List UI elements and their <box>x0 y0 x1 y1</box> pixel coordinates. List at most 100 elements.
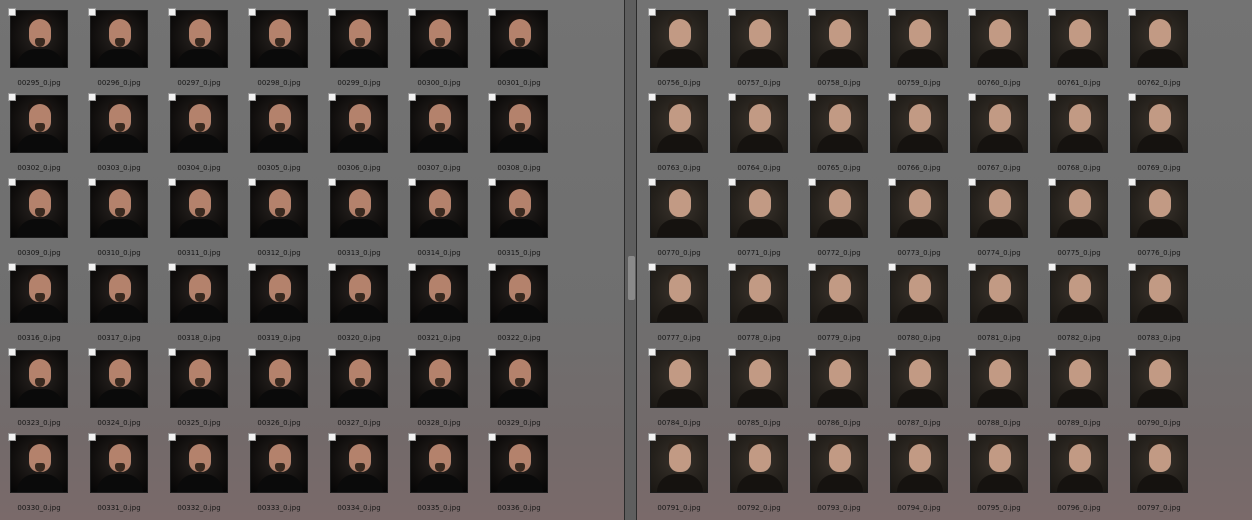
file-tile[interactable]: 00300_0.jpg <box>408 8 488 95</box>
select-checkbox[interactable] <box>328 178 336 186</box>
image-thumbnail[interactable] <box>650 180 708 238</box>
file-tile[interactable]: 00305_0.jpg <box>248 93 328 180</box>
select-checkbox[interactable] <box>1048 93 1056 101</box>
file-tile[interactable]: 00765_0.jpg <box>808 93 888 180</box>
file-tile[interactable]: 00299_0.jpg <box>328 8 408 95</box>
image-thumbnail[interactable] <box>490 435 548 493</box>
select-checkbox[interactable] <box>808 8 816 16</box>
select-checkbox[interactable] <box>328 433 336 441</box>
image-thumbnail[interactable] <box>890 180 948 238</box>
select-checkbox[interactable] <box>168 263 176 271</box>
select-checkbox[interactable] <box>248 433 256 441</box>
image-thumbnail[interactable] <box>490 350 548 408</box>
file-tile[interactable]: 00788_0.jpg <box>968 348 1048 435</box>
file-tile[interactable]: 00779_0.jpg <box>808 263 888 350</box>
file-tile[interactable]: 00769_0.jpg <box>1128 93 1208 180</box>
select-checkbox[interactable] <box>888 348 896 356</box>
left-file-pane[interactable]: 00295_0.jpg 00296_0.jpg 00297_0.jpg 00298_0… <box>0 0 624 520</box>
file-tile[interactable]: 00324_0.jpg <box>88 348 168 435</box>
file-tile[interactable]: 00333_0.jpg <box>248 433 328 520</box>
file-tile[interactable]: 00797_0.jpg <box>1128 433 1208 520</box>
file-tile[interactable]: 00296_0.jpg <box>88 8 168 95</box>
select-checkbox[interactable] <box>408 348 416 356</box>
image-thumbnail[interactable] <box>250 10 308 68</box>
file-tile[interactable]: 00771_0.jpg <box>728 178 808 265</box>
image-thumbnail[interactable] <box>10 435 68 493</box>
image-thumbnail[interactable] <box>970 10 1028 68</box>
image-thumbnail[interactable] <box>970 435 1028 493</box>
select-checkbox[interactable] <box>968 263 976 271</box>
image-thumbnail[interactable] <box>170 350 228 408</box>
file-tile[interactable]: 00777_0.jpg <box>648 263 728 350</box>
image-thumbnail[interactable] <box>410 10 468 68</box>
file-tile[interactable]: 00332_0.jpg <box>168 433 248 520</box>
file-tile[interactable]: 00334_0.jpg <box>328 433 408 520</box>
image-thumbnail[interactable] <box>810 180 868 238</box>
right-file-pane[interactable]: 00756_0.jpg 00757_0.jpg 00758_0.jpg 00759_0… <box>637 0 1252 520</box>
select-checkbox[interactable] <box>488 263 496 271</box>
select-checkbox[interactable] <box>408 93 416 101</box>
file-tile[interactable]: 00318_0.jpg <box>168 263 248 350</box>
image-thumbnail[interactable] <box>1050 350 1108 408</box>
select-checkbox[interactable] <box>488 433 496 441</box>
file-tile[interactable]: 00316_0.jpg <box>8 263 88 350</box>
image-thumbnail[interactable] <box>810 95 868 153</box>
select-checkbox[interactable] <box>328 263 336 271</box>
file-tile[interactable]: 00327_0.jpg <box>328 348 408 435</box>
select-checkbox[interactable] <box>968 178 976 186</box>
select-checkbox[interactable] <box>168 8 176 16</box>
select-checkbox[interactable] <box>248 93 256 101</box>
select-checkbox[interactable] <box>648 263 656 271</box>
file-tile[interactable]: 00783_0.jpg <box>1128 263 1208 350</box>
file-tile[interactable]: 00312_0.jpg <box>248 178 328 265</box>
file-tile[interactable]: 00335_0.jpg <box>408 433 488 520</box>
image-thumbnail[interactable] <box>330 95 388 153</box>
file-tile[interactable]: 00782_0.jpg <box>1048 263 1128 350</box>
file-tile[interactable]: 00303_0.jpg <box>88 93 168 180</box>
select-checkbox[interactable] <box>488 93 496 101</box>
image-thumbnail[interactable] <box>490 95 548 153</box>
file-tile[interactable]: 00781_0.jpg <box>968 263 1048 350</box>
image-thumbnail[interactable] <box>890 10 948 68</box>
image-thumbnail[interactable] <box>650 435 708 493</box>
image-thumbnail[interactable] <box>1050 265 1108 323</box>
image-thumbnail[interactable] <box>970 180 1028 238</box>
select-checkbox[interactable] <box>168 348 176 356</box>
image-thumbnail[interactable] <box>170 95 228 153</box>
select-checkbox[interactable] <box>8 348 16 356</box>
file-tile[interactable]: 00322_0.jpg <box>488 263 568 350</box>
image-thumbnail[interactable] <box>810 265 868 323</box>
image-thumbnail[interactable] <box>730 95 788 153</box>
file-tile[interactable]: 00315_0.jpg <box>488 178 568 265</box>
image-thumbnail[interactable] <box>1130 95 1188 153</box>
image-thumbnail[interactable] <box>890 350 948 408</box>
select-checkbox[interactable] <box>168 93 176 101</box>
select-checkbox[interactable] <box>728 178 736 186</box>
select-checkbox[interactable] <box>1128 8 1136 16</box>
file-tile[interactable]: 00791_0.jpg <box>648 433 728 520</box>
select-checkbox[interactable] <box>888 178 896 186</box>
file-tile[interactable]: 00776_0.jpg <box>1128 178 1208 265</box>
image-thumbnail[interactable] <box>10 95 68 153</box>
select-checkbox[interactable] <box>728 263 736 271</box>
image-thumbnail[interactable] <box>250 350 308 408</box>
file-tile[interactable]: 00319_0.jpg <box>248 263 328 350</box>
image-thumbnail[interactable] <box>330 265 388 323</box>
image-thumbnail[interactable] <box>250 95 308 153</box>
select-checkbox[interactable] <box>968 348 976 356</box>
image-thumbnail[interactable] <box>730 180 788 238</box>
image-thumbnail[interactable] <box>490 265 548 323</box>
image-thumbnail[interactable] <box>330 180 388 238</box>
file-tile[interactable]: 00297_0.jpg <box>168 8 248 95</box>
file-tile[interactable]: 00768_0.jpg <box>1048 93 1128 180</box>
splitter-grip-handle[interactable] <box>628 256 635 300</box>
file-tile[interactable]: 00767_0.jpg <box>968 93 1048 180</box>
image-thumbnail[interactable] <box>490 10 548 68</box>
select-checkbox[interactable] <box>248 348 256 356</box>
image-thumbnail[interactable] <box>10 10 68 68</box>
image-thumbnail[interactable] <box>890 435 948 493</box>
file-tile[interactable]: 00784_0.jpg <box>648 348 728 435</box>
image-thumbnail[interactable] <box>490 180 548 238</box>
image-thumbnail[interactable] <box>970 265 1028 323</box>
image-thumbnail[interactable] <box>1130 435 1188 493</box>
